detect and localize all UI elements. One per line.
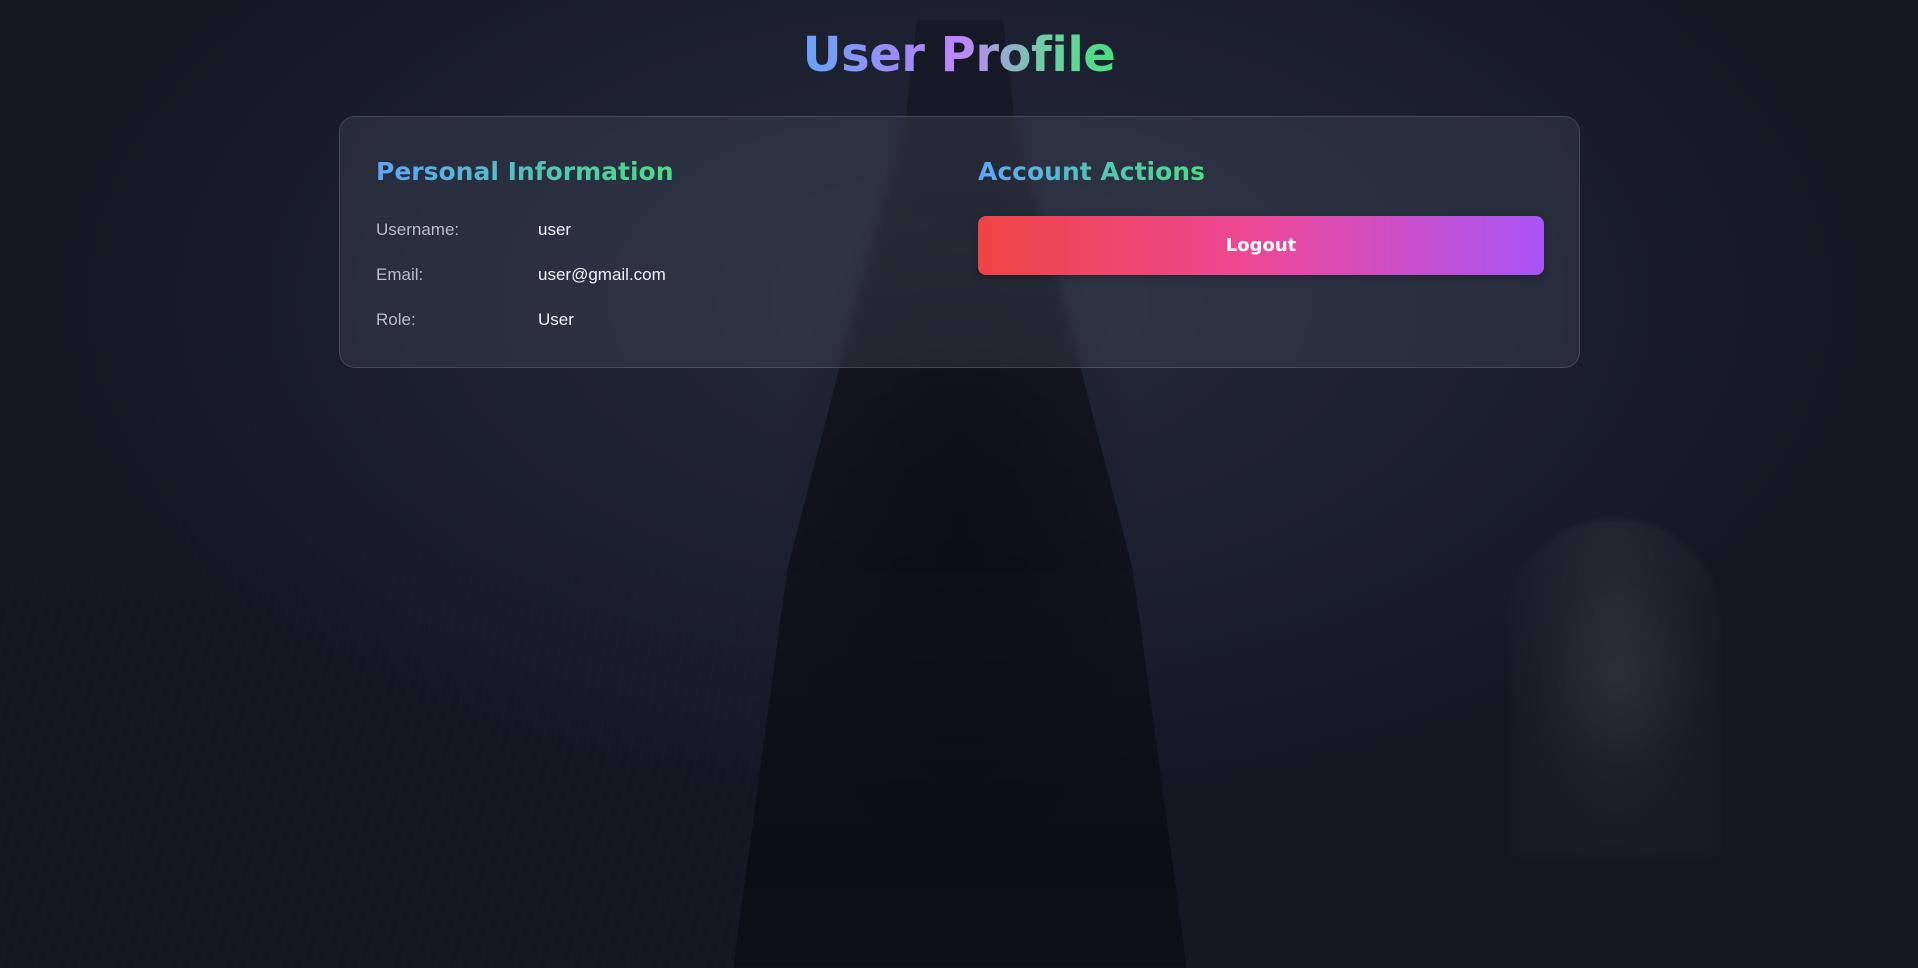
account-actions-title: Account Actions <box>978 155 1205 189</box>
profile-card: Personal Information Username: user Emai… <box>339 116 1580 368</box>
background-grass <box>0 408 760 968</box>
personal-information-title-text: Personal Information <box>376 157 674 186</box>
background-gravestone <box>1510 520 1720 860</box>
page-title: User Profile <box>0 22 1918 88</box>
username-label: Username: <box>376 220 460 239</box>
account-actions-title-text: Account Actions <box>978 157 1205 186</box>
email-label: Email: <box>376 265 424 284</box>
role-value: User <box>538 310 574 329</box>
page-title-text: User Profile <box>802 27 1116 83</box>
role-label: Role: <box>376 310 416 329</box>
username-value: user <box>538 220 572 239</box>
personal-information-title: Personal Information <box>376 155 674 189</box>
logout-button[interactable]: Logout <box>978 216 1544 275</box>
email-value: user@gmail.com <box>538 265 666 284</box>
